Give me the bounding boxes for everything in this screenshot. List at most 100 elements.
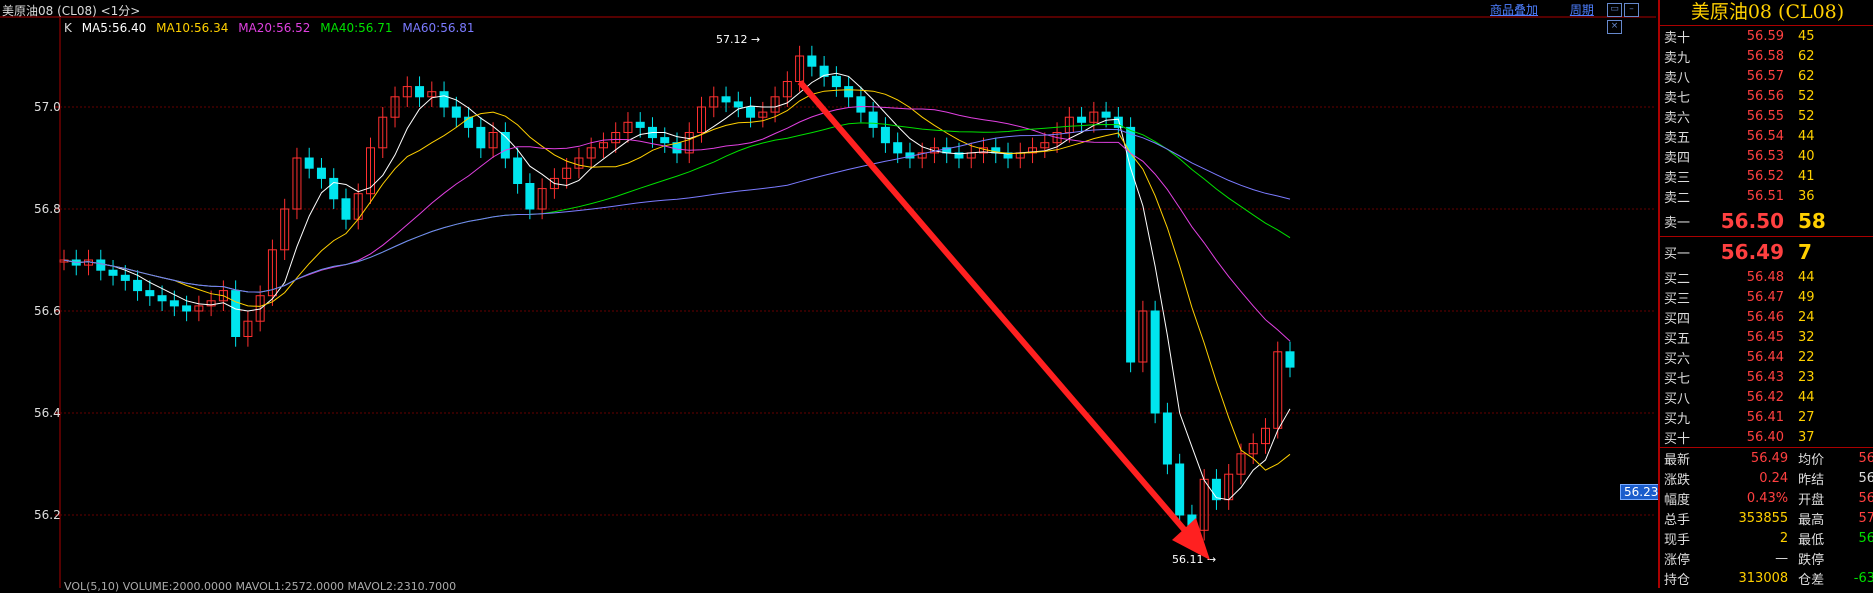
stat-v2: 56: [1858, 490, 1873, 506]
kline-chart-area[interactable]: 57.12 → 56.11 → 美原油08 (CL08) <1分> K MA5:5…: [0, 0, 1663, 593]
candle-body: [831, 75, 841, 88]
instrument-title: 美原油08 (CL08) <1分>: [2, 4, 141, 18]
stat-row: 涨停 — 跌停: [1660, 548, 1873, 568]
candle-body: [96, 259, 106, 271]
ask-price: 56.51: [1746, 188, 1784, 204]
bid-volume: 49: [1798, 289, 1815, 305]
stat-v2: 56: [1858, 530, 1873, 546]
bid-row[interactable]: 买六 56.44 22: [1660, 347, 1873, 367]
bid-row[interactable]: 买四 56.46 24: [1660, 307, 1873, 327]
bid-label: 买八: [1664, 391, 1691, 407]
candle-body: [451, 106, 461, 118]
bid-volume: 37: [1798, 429, 1815, 445]
bid-price: 56.41: [1746, 409, 1784, 425]
ma60-label: MA60:56.81: [402, 21, 475, 35]
ma10-label: MA10:56.34: [156, 21, 229, 35]
stat-l2: 均价: [1798, 452, 1825, 468]
stat-l2: 仓差: [1798, 572, 1825, 588]
ask-row[interactable]: 卖三 56.52 41: [1660, 166, 1873, 186]
y-tick: 56.2: [34, 508, 61, 522]
ask-volume: 40: [1798, 148, 1815, 164]
stat-l2: 开盘: [1798, 492, 1825, 508]
kline-chart[interactable]: 57.12 →56.11 →: [0, 0, 1656, 588]
bid-price: 56.42: [1746, 389, 1784, 405]
stat-v2: 57: [1858, 510, 1873, 526]
ask-row[interactable]: 卖二 56.51 36: [1660, 186, 1873, 206]
candle-body: [1101, 111, 1111, 118]
bid-volume: 23: [1798, 369, 1815, 385]
bid-volume: 24: [1798, 309, 1815, 325]
ask-volume: 62: [1798, 48, 1815, 64]
bid-label: 买五: [1664, 331, 1691, 347]
stat-l1: 持仓: [1664, 572, 1691, 588]
ask-label: 卖六: [1664, 110, 1691, 126]
candle-body: [721, 96, 731, 103]
ask-row[interactable]: 卖四 56.53 40: [1660, 146, 1873, 166]
close-icon[interactable]: ×: [1607, 20, 1622, 34]
stat-v1: 56.49: [1750, 450, 1789, 466]
ask-volume: 44: [1798, 128, 1815, 144]
ask1-row[interactable]: 卖一 56.50 58: [1660, 206, 1873, 236]
ask1-price: 56.50: [1720, 209, 1784, 233]
ask-volume: 62: [1798, 68, 1815, 84]
ask-row[interactable]: 卖七 56.56 52: [1660, 86, 1873, 106]
overlay-link[interactable]: 商品叠加: [1490, 3, 1538, 17]
candle-body: [341, 198, 351, 220]
bid-row[interactable]: 买五 56.45 32: [1660, 327, 1873, 347]
ask-price: 56.55: [1746, 108, 1784, 124]
stat-row: 最新 56.49 均价 56: [1660, 448, 1873, 468]
candle-body: [1285, 351, 1295, 368]
bid-volume: 27: [1798, 409, 1815, 425]
bid-label: 买七: [1664, 371, 1691, 387]
ask-volume: 45: [1798, 28, 1815, 44]
candle-body: [1162, 412, 1172, 465]
ask-label: 卖十: [1664, 30, 1691, 46]
ask-label: 卖九: [1664, 50, 1691, 66]
ask-row[interactable]: 卖六 56.55 52: [1660, 106, 1873, 126]
stat-v1: 313008: [1738, 570, 1789, 586]
ask-label: 卖八: [1664, 70, 1691, 86]
candle-body: [120, 274, 130, 281]
minimize-icon[interactable]: –: [1624, 3, 1639, 17]
ma5-label: MA5:56.40: [81, 21, 147, 35]
stat-l1: 最新: [1664, 452, 1691, 468]
stat-v1: 0.43%: [1746, 490, 1789, 506]
bid-row[interactable]: 买三 56.47 49: [1660, 287, 1873, 307]
bid-row[interactable]: 买八 56.42 44: [1660, 387, 1873, 407]
bid-row[interactable]: 买七 56.43 23: [1660, 367, 1873, 387]
candle-body: [1126, 126, 1136, 363]
candle-body: [868, 111, 878, 128]
k-label: K: [64, 21, 72, 35]
bid1-row[interactable]: 买一 56.49 7: [1660, 237, 1873, 267]
stat-l1: 现手: [1664, 532, 1691, 548]
period-link[interactable]: 周期: [1570, 3, 1594, 17]
restore-icon[interactable]: ▭: [1607, 3, 1622, 17]
bid-price: 56.43: [1746, 369, 1784, 385]
ask-row[interactable]: 卖八 56.57 62: [1660, 66, 1873, 86]
ma-legend: K MA5:56.40 MA10:56.34 MA20:56.52 MA40:5…: [64, 21, 481, 35]
bid-row[interactable]: 买九 56.41 27: [1660, 407, 1873, 427]
stat-l2: 最高: [1798, 512, 1825, 528]
stat-l2: 昨结: [1798, 472, 1825, 488]
high-label: 57.12 →: [716, 33, 760, 46]
ask-label: 卖七: [1664, 90, 1691, 106]
ask-row[interactable]: 卖五 56.54 44: [1660, 126, 1873, 146]
bid-row[interactable]: 买二 56.48 44: [1660, 267, 1873, 287]
bid-price: 56.44: [1746, 349, 1784, 365]
stat-l1: 涨跌: [1664, 472, 1691, 488]
stat-l2: 跌停: [1798, 552, 1825, 568]
bid-row[interactable]: 买十 56.40 37: [1660, 427, 1873, 447]
ask-levels: 卖十 56.59 45 卖九 56.58 62 卖八 56.57 62 卖七 56.56 52 卖六 56…: [1660, 26, 1873, 206]
ask-volume: 52: [1798, 88, 1815, 104]
candle-body: [231, 290, 241, 338]
candle-body: [733, 101, 743, 108]
stat-l1: 总手: [1664, 512, 1691, 528]
ask-row[interactable]: 卖九 56.58 62: [1660, 46, 1873, 66]
stat-v1: —: [1775, 550, 1789, 566]
y-tick: 57.0: [34, 100, 61, 114]
stat-v2: 56: [1858, 450, 1873, 466]
candle-body: [133, 279, 143, 292]
candle-body: [807, 55, 817, 67]
ask-row[interactable]: 卖十 56.59 45: [1660, 26, 1873, 46]
bid-price: 56.48: [1746, 269, 1784, 285]
